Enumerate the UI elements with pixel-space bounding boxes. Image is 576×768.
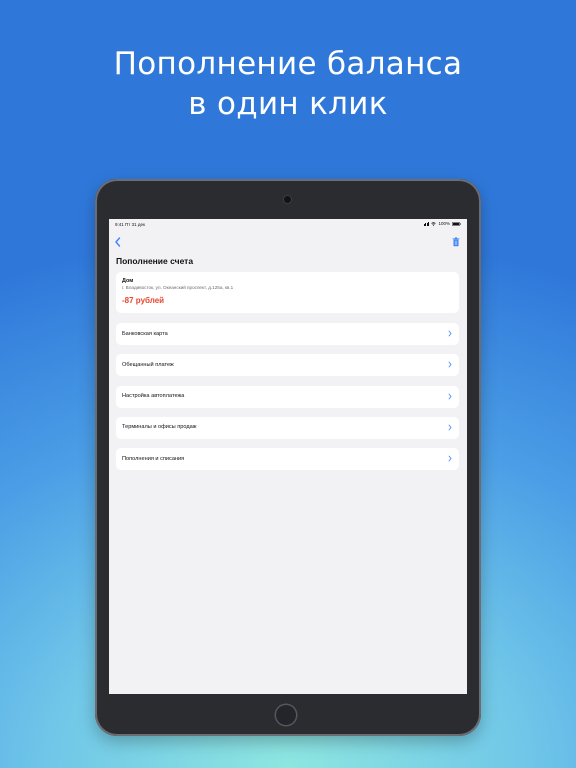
battery-percent: 100% [438,221,450,226]
wifi-icon [431,221,437,226]
trash-icon [452,237,460,247]
status-bar: 9:41 Пт 31 дек 100% [109,219,467,229]
status-time: 9:41 [115,222,124,227]
battery-icon [452,221,461,226]
account-balance: -87 рублей [122,296,165,305]
chevron-right-icon [448,424,452,431]
chevron-right-icon [448,455,452,462]
promo-title-line-2: в один клик [188,86,388,122]
account-address: г. Владивосток, ул. Океанский проспект, … [122,285,234,290]
account-card[interactable]: Дом г. Владивосток, ул. Океанский проспе… [116,272,459,313]
delete-button[interactable] [451,235,461,247]
menu-item-bank-card[interactable]: Банковская карта [116,323,459,345]
menu-item-promised-payment[interactable]: Обещанный платеж [116,354,459,377]
menu-item-top-ups-charges[interactable]: Пополнения и списания [116,448,459,471]
app-screen: 9:41 Пт 31 дек 100% Пополнение счета Дом… [109,219,467,694]
navigation-bar [109,233,467,249]
payment-options-list: Банковская карта Обещанный платеж Настро… [116,323,459,479]
front-camera [284,196,291,203]
menu-item-label: Банковская карта [122,330,168,337]
chevron-right-icon [448,330,452,337]
status-date: Пт 31 дек [125,222,145,227]
menu-item-label: Пополнения и списания [122,455,185,462]
page-title: Пополнение счета [116,256,194,266]
promo-headline: Пополнение баланса в один клик [0,44,576,124]
back-button[interactable] [113,235,123,247]
account-name: Дом [122,278,134,284]
signal-icon [423,221,430,226]
menu-item-terminals-offices[interactable]: Терминалы и офисы продаж [116,416,459,439]
status-indicators: 100% [423,221,461,226]
menu-item-label: Настройка автоплатежа [122,393,185,400]
home-button[interactable] [276,705,296,725]
status-time-date: 9:41 Пт 31 дек [115,222,145,227]
promo-title-line-1: Пополнение баланса [113,46,463,82]
chevron-right-icon [448,393,452,399]
menu-item-autopay-settings[interactable]: Настройка автоплатежа [116,385,459,408]
chevron-left-icon [115,237,121,247]
tablet-device-frame: 9:41 Пт 31 дек 100% Пополнение счета Дом… [95,179,481,736]
menu-item-label: Терминалы и офисы продаж [122,424,197,431]
chevron-right-icon [448,361,452,368]
menu-item-label: Обещанный платеж [122,361,174,368]
